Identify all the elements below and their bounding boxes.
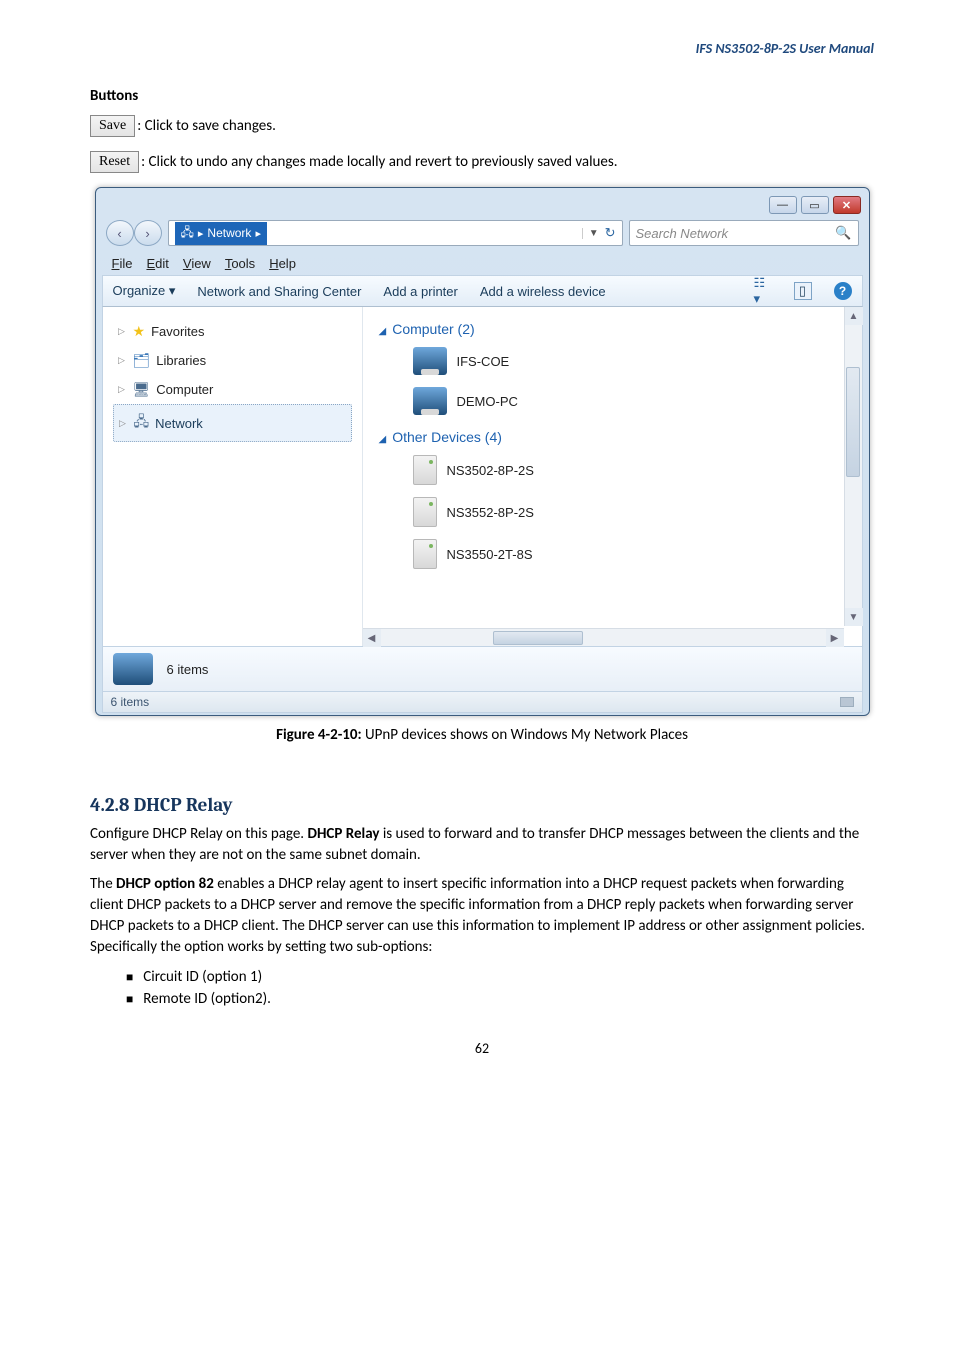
help-icon[interactable]: ? <box>834 282 852 300</box>
refresh-icon[interactable]: ↻ <box>605 225 616 241</box>
vertical-scrollbar[interactable]: ▲ ▼ <box>844 307 862 626</box>
sidebar-item-favorites[interactable]: ▷ ★ Favorites <box>113 317 352 346</box>
preview-pane-icon[interactable]: ▯ <box>794 282 812 300</box>
maximize-button[interactable]: ▭ <box>801 196 829 214</box>
navigation-pane: ▷ ★ Favorites ▷ 🗂 Libraries ▷ 🖥 Computer… <box>103 307 363 646</box>
reset-button[interactable]: Reset <box>90 151 139 173</box>
scroll-up-icon[interactable]: ▲ <box>845 307 863 325</box>
status-indicator-icon <box>840 697 854 707</box>
expand-icon[interactable]: ▷ <box>117 355 127 366</box>
status-bar: 6 items <box>102 692 863 713</box>
toolbar: Organize ▾ Network and Sharing Center Ad… <box>102 275 863 307</box>
breadcrumb-network[interactable]: 🖧 ▸ Network ▸ <box>175 222 267 245</box>
sidebar-item-computer[interactable]: ▷ 🖥 Computer <box>113 375 352 404</box>
view-options-icon[interactable]: ☷ ▾ <box>754 282 772 300</box>
minimize-button[interactable]: — <box>769 196 797 214</box>
details-icon <box>113 653 153 685</box>
nav-buttons: ‹ › <box>106 220 162 246</box>
reset-row: Reset : Click to undo any changes made l… <box>90 151 874 173</box>
paragraph: The DHCP option 82 enables a DHCP relay … <box>90 874 874 958</box>
buttons-heading: Buttons <box>90 87 874 105</box>
details-count: 6 items <box>167 662 209 677</box>
network-icon: 🖧 <box>134 411 150 435</box>
scroll-down-icon[interactable]: ▼ <box>845 608 863 626</box>
titlebar: — ▭ ✕ <box>102 194 863 220</box>
sidebar-label: Network <box>155 416 203 431</box>
sidebar-label: Libraries <box>156 353 206 368</box>
item-label: NS3552-8P-2S <box>447 505 534 520</box>
network-device-item[interactable]: NS3502-8P-2S <box>373 449 852 491</box>
organize-button[interactable]: Organize ▾ <box>113 283 176 299</box>
network-device-item[interactable]: NS3552-8P-2S <box>373 491 852 533</box>
scroll-thumb[interactable] <box>846 367 860 477</box>
search-icon: 🔍 <box>835 225 851 241</box>
device-icon <box>413 539 437 569</box>
add-wireless-device-button[interactable]: Add a wireless device <box>480 284 606 299</box>
page-number: 62 <box>90 1040 874 1057</box>
status-count: 6 items <box>111 695 150 709</box>
reset-desc: : Click to undo any changes made locally… <box>141 153 617 171</box>
computer-icon <box>413 347 447 375</box>
breadcrumb-dropdown-icon[interactable]: ▼ <box>582 228 599 239</box>
explorer-window: — ▭ ✕ ‹ › 🖧 ▸ Network ▸ ▼ ↻ Search Netwo… <box>95 187 870 716</box>
details-pane: 6 items <box>102 647 863 692</box>
expand-icon[interactable]: ▷ <box>118 418 128 429</box>
save-button[interactable]: Save <box>90 115 135 137</box>
computer-icon <box>413 387 447 415</box>
forward-button[interactable]: › <box>134 220 162 246</box>
paragraph: Configure DHCP Relay on this page. DHCP … <box>90 824 874 866</box>
close-button[interactable]: ✕ <box>833 196 861 214</box>
figure-caption: Figure 4-2-10: UPnP devices shows on Win… <box>90 726 874 744</box>
scroll-left-icon[interactable]: ◀ <box>363 629 381 647</box>
menu-edit[interactable]: Edit <box>146 256 168 271</box>
item-label: NS3550-2T-8S <box>447 547 533 562</box>
sidebar-item-libraries[interactable]: ▷ 🗂 Libraries <box>113 346 352 375</box>
libraries-icon: 🗂 <box>133 352 151 369</box>
expand-icon[interactable]: ▷ <box>117 384 127 395</box>
expand-icon[interactable]: ▷ <box>117 326 127 337</box>
add-printer-button[interactable]: Add a printer <box>383 284 457 299</box>
section-heading-dhcp-relay: 4.2.8 DHCP Relay <box>90 794 874 816</box>
network-computer-item[interactable]: DEMO-PC <box>373 381 852 421</box>
list-item: Remote ID (option2). <box>126 988 874 1010</box>
main-pane: ◢Computer (2) IFS-COE DEMO-PC ◢Other Dev… <box>363 307 862 646</box>
address-row: ‹ › 🖧 ▸ Network ▸ ▼ ↻ Search Network 🔍 <box>102 220 863 252</box>
network-icon: 🖧 <box>181 223 194 244</box>
breadcrumb-network-label: Network <box>207 226 251 240</box>
sidebar-label: Computer <box>156 382 213 397</box>
list-item: Circuit ID (option 1) <box>126 966 874 988</box>
item-label: NS3502-8P-2S <box>447 463 534 478</box>
bullet-list: Circuit ID (option 1) Remote ID (option2… <box>90 966 874 1010</box>
network-sharing-center-button[interactable]: Network and Sharing Center <box>197 284 361 299</box>
menu-view[interactable]: View <box>183 256 211 271</box>
search-input[interactable]: Search Network 🔍 <box>629 220 859 246</box>
favorites-icon: ★ <box>133 323 146 340</box>
device-icon <box>413 497 437 527</box>
menubar: File Edit View Tools Help <box>102 252 863 275</box>
scroll-right-icon[interactable]: ▶ <box>826 629 844 647</box>
menu-help[interactable]: Help <box>269 256 296 271</box>
menu-tools[interactable]: Tools <box>225 256 255 271</box>
breadcrumb[interactable]: 🖧 ▸ Network ▸ ▼ ↻ <box>168 220 623 246</box>
menu-file[interactable]: File <box>112 256 133 271</box>
network-computer-item[interactable]: IFS-COE <box>373 341 852 381</box>
computer-icon: 🖥 <box>133 381 151 398</box>
device-icon <box>413 455 437 485</box>
group-computer[interactable]: ◢Computer (2) <box>373 313 852 341</box>
horizontal-scrollbar[interactable]: ◀ ▶ <box>363 628 844 646</box>
sidebar-label: Favorites <box>151 324 204 339</box>
save-row: Save : Click to save changes. <box>90 115 874 137</box>
save-desc: : Click to save changes. <box>137 117 276 135</box>
search-placeholder: Search Network <box>636 226 728 241</box>
group-other-devices[interactable]: ◢Other Devices (4) <box>373 421 852 449</box>
item-label: DEMO-PC <box>457 394 518 409</box>
content-split: ▷ ★ Favorites ▷ 🗂 Libraries ▷ 🖥 Computer… <box>102 307 863 647</box>
sidebar-item-network[interactable]: ▷ 🖧 Network <box>113 404 352 442</box>
network-device-item[interactable]: NS3550-2T-8S <box>373 533 852 575</box>
doc-header: IFS NS3502-8P-2S User Manual <box>90 40 874 57</box>
item-label: IFS-COE <box>457 354 510 369</box>
back-button[interactable]: ‹ <box>106 220 134 246</box>
scroll-thumb[interactable] <box>493 631 583 645</box>
